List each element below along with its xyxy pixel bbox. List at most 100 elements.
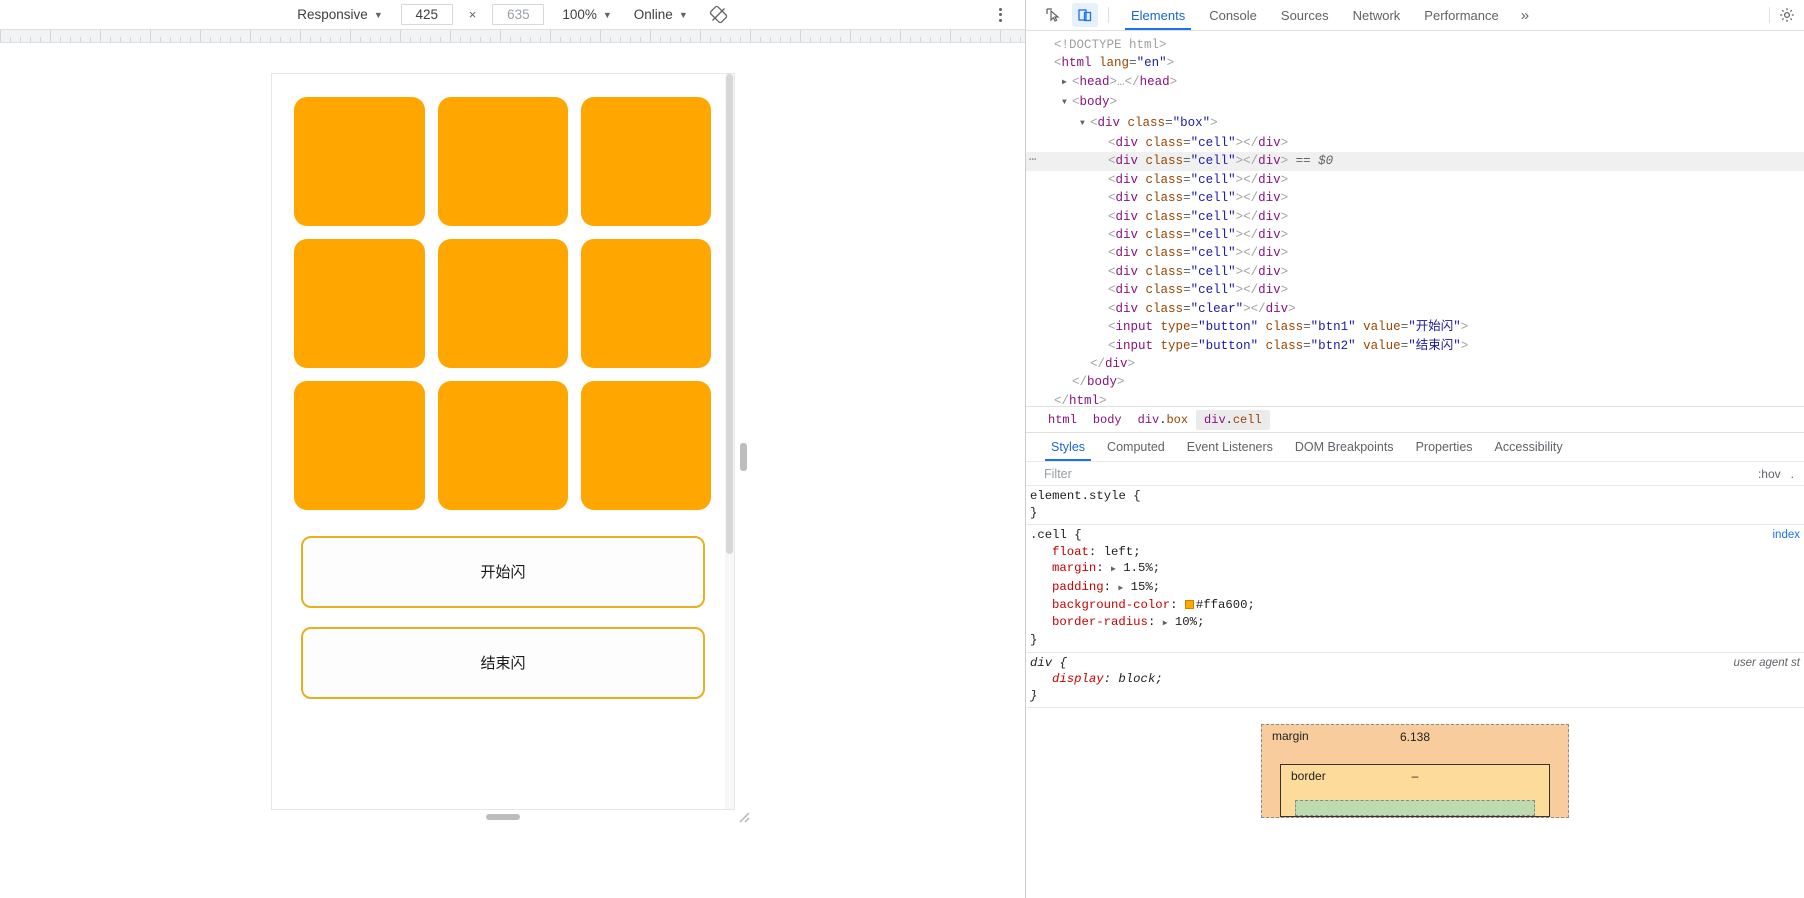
toggle-device-toolbar-icon[interactable]: [1072, 3, 1098, 27]
hov-toggle[interactable]: :hov: [1758, 467, 1781, 481]
grid-cell[interactable]: [294, 97, 425, 227]
css-selector[interactable]: element.style {: [1026, 488, 1804, 505]
tab-console[interactable]: Console: [1197, 0, 1269, 30]
box-model-border[interactable]: border –: [1280, 763, 1550, 817]
expand-shorthand-icon[interactable]: ▶: [1111, 565, 1116, 574]
grid-cell[interactable]: [437, 381, 569, 511]
chevron-down-icon: ▼: [602, 9, 612, 20]
dom-node-line[interactable]: <!DOCTYPE html>: [1026, 36, 1804, 54]
grid-cell[interactable]: [437, 97, 569, 227]
device-preset-select[interactable]: Responsive ▼: [293, 5, 386, 24]
styles-tab-dom-breakpoints[interactable]: DOM Breakpoints: [1284, 433, 1405, 461]
css-rule: index .cell {float: left; margin: ▶ 1.5%; p…: [1026, 525, 1804, 653]
styles-tab-accessibility[interactable]: Accessibility: [1484, 433, 1574, 461]
css-rule-source: user agent st: [1733, 656, 1800, 669]
dom-node-line[interactable]: ▶ <head>…</head>: [1026, 73, 1804, 93]
css-declaration[interactable]: border-radius: ▶ 10%;: [1026, 614, 1804, 633]
grid-cell[interactable]: [581, 97, 712, 227]
breadcrumb-div-box[interactable]: div.box: [1130, 410, 1196, 430]
ruler-tick: [150, 30, 151, 42]
css-selector[interactable]: .cell {: [1026, 527, 1804, 544]
ruler-tick: [850, 30, 851, 42]
devtools-tabbar: Elements Console Sources Network Performance…: [1026, 0, 1804, 31]
dom-node-line[interactable]: <input type="button" class="btn2" value=…: [1026, 337, 1804, 355]
styles-tabbar: Styles Computed Event Listeners DOM Breakpo…: [1026, 432, 1804, 461]
grid-cell[interactable]: [437, 239, 569, 369]
inspect-element-icon[interactable]: [1040, 3, 1066, 27]
chevron-down-icon: ▼: [678, 9, 688, 20]
grid-cell[interactable]: [581, 381, 712, 511]
dom-node-line[interactable]: <div class="clear"></div>: [1026, 300, 1804, 318]
dom-node-line[interactable]: <div class="cell"></div>: [1026, 244, 1804, 262]
css-declaration[interactable]: margin: ▶ 1.5%;: [1026, 560, 1804, 579]
dom-node-line[interactable]: <div class="cell"></div>: [1026, 281, 1804, 299]
expand-shorthand-icon[interactable]: ▶: [1118, 584, 1123, 593]
styles-filter-input[interactable]: [1042, 465, 1512, 482]
dom-node-line[interactable]: </div>: [1026, 355, 1804, 373]
box-model-border-label: border: [1291, 768, 1326, 783]
ruler-tick: [50, 30, 51, 42]
resize-handle-right[interactable]: [740, 443, 747, 471]
dom-node-line[interactable]: <div class="cell"></div>: [1026, 189, 1804, 207]
stop-flash-button[interactable]: 结束闪: [300, 626, 706, 699]
expand-triangle-icon[interactable]: ▼: [1080, 115, 1090, 133]
dom-node-line[interactable]: </body>: [1026, 373, 1804, 391]
rotate-device-icon[interactable]: [706, 3, 732, 27]
styles-tab-styles[interactable]: Styles: [1040, 433, 1096, 461]
dom-node-line[interactable]: <html lang="en">: [1026, 54, 1804, 72]
network-throttle-select[interactable]: Online ▼: [630, 5, 692, 24]
box-model-margin[interactable]: margin 6.138 border –: [1261, 724, 1569, 818]
button-row: 开始闪 结束闪: [288, 535, 718, 699]
grid-cell[interactable]: [581, 239, 712, 369]
resize-handle-bottom[interactable]: [486, 814, 520, 820]
grid-cell[interactable]: [294, 239, 425, 369]
expand-triangle-icon[interactable]: ▶: [1062, 74, 1072, 92]
css-rule-close: }: [1030, 505, 1038, 520]
page-scrollbar-thumb[interactable]: [726, 74, 733, 554]
resize-handle-corner[interactable]: [736, 809, 750, 823]
page-scrollbar-track[interactable]: [725, 74, 734, 809]
dom-node-line[interactable]: <div class="cell"></div>: [1026, 263, 1804, 281]
settings-gear-icon[interactable]: [1774, 3, 1800, 27]
device-more-options-icon[interactable]: [989, 4, 1011, 26]
styles-tab-event-listeners[interactable]: Event Listeners: [1176, 433, 1284, 461]
tab-network[interactable]: Network: [1341, 0, 1413, 30]
box-model-padding[interactable]: [1295, 800, 1535, 816]
css-selector[interactable]: div {: [1026, 655, 1804, 672]
expand-triangle-icon[interactable]: ▼: [1062, 94, 1072, 112]
viewport-width-input[interactable]: [400, 4, 453, 25]
grid-cell[interactable]: [294, 381, 425, 511]
more-tabs-icon[interactable]: »: [1511, 0, 1539, 30]
color-swatch[interactable]: [1184, 600, 1194, 609]
dom-node-line[interactable]: ▼ <div class="box">: [1026, 114, 1804, 134]
dom-node-line[interactable]: ⋯ <div class="cell"></div> == $0: [1026, 151, 1804, 171]
dom-node-line[interactable]: <div class="cell"></div>: [1026, 208, 1804, 226]
tab-sources[interactable]: Sources: [1269, 0, 1341, 30]
start-flash-button[interactable]: 开始闪: [300, 535, 706, 608]
css-declaration[interactable]: display: block;: [1026, 671, 1804, 688]
styles-tab-computed[interactable]: Computed: [1096, 433, 1176, 461]
node-menu-icon[interactable]: ⋯: [1029, 151, 1037, 169]
css-declaration[interactable]: padding: ▶ 15%;: [1026, 579, 1804, 598]
css-declaration[interactable]: background-color: #ffa600;: [1026, 597, 1804, 614]
cls-toggle-icon[interactable]: .: [1791, 467, 1794, 481]
dom-node-line[interactable]: ▼ <body>: [1026, 93, 1804, 113]
dom-node-line[interactable]: </html>: [1026, 392, 1804, 406]
dom-node-line[interactable]: <div class="cell"></div>: [1026, 171, 1804, 189]
tab-performance[interactable]: Performance: [1412, 0, 1510, 30]
dom-node-line[interactable]: <div class="cell"></div>: [1026, 226, 1804, 244]
breadcrumb-div-cell[interactable]: div.cell: [1196, 409, 1270, 430]
breadcrumb-body[interactable]: body: [1085, 410, 1130, 430]
viewport-height-input[interactable]: [492, 4, 545, 25]
styles-tab-properties[interactable]: Properties: [1405, 433, 1484, 461]
expand-shorthand-icon[interactable]: ▶: [1163, 619, 1168, 628]
dom-node-line[interactable]: <input type="button" class="btn1" value=…: [1026, 318, 1804, 336]
dimension-separator: ×: [468, 7, 477, 22]
dom-tree[interactable]: <!DOCTYPE html> <html lang="en"> ▶ <head>…<…: [1026, 31, 1804, 406]
zoom-select[interactable]: 100% ▼: [558, 5, 615, 24]
tab-elements[interactable]: Elements: [1119, 0, 1197, 30]
dom-node-line[interactable]: <div class="cell"></div>: [1026, 134, 1804, 152]
css-declaration[interactable]: float: left;: [1026, 544, 1804, 561]
css-rule-source[interactable]: index: [1773, 527, 1801, 544]
breadcrumb-html[interactable]: html: [1040, 410, 1085, 430]
